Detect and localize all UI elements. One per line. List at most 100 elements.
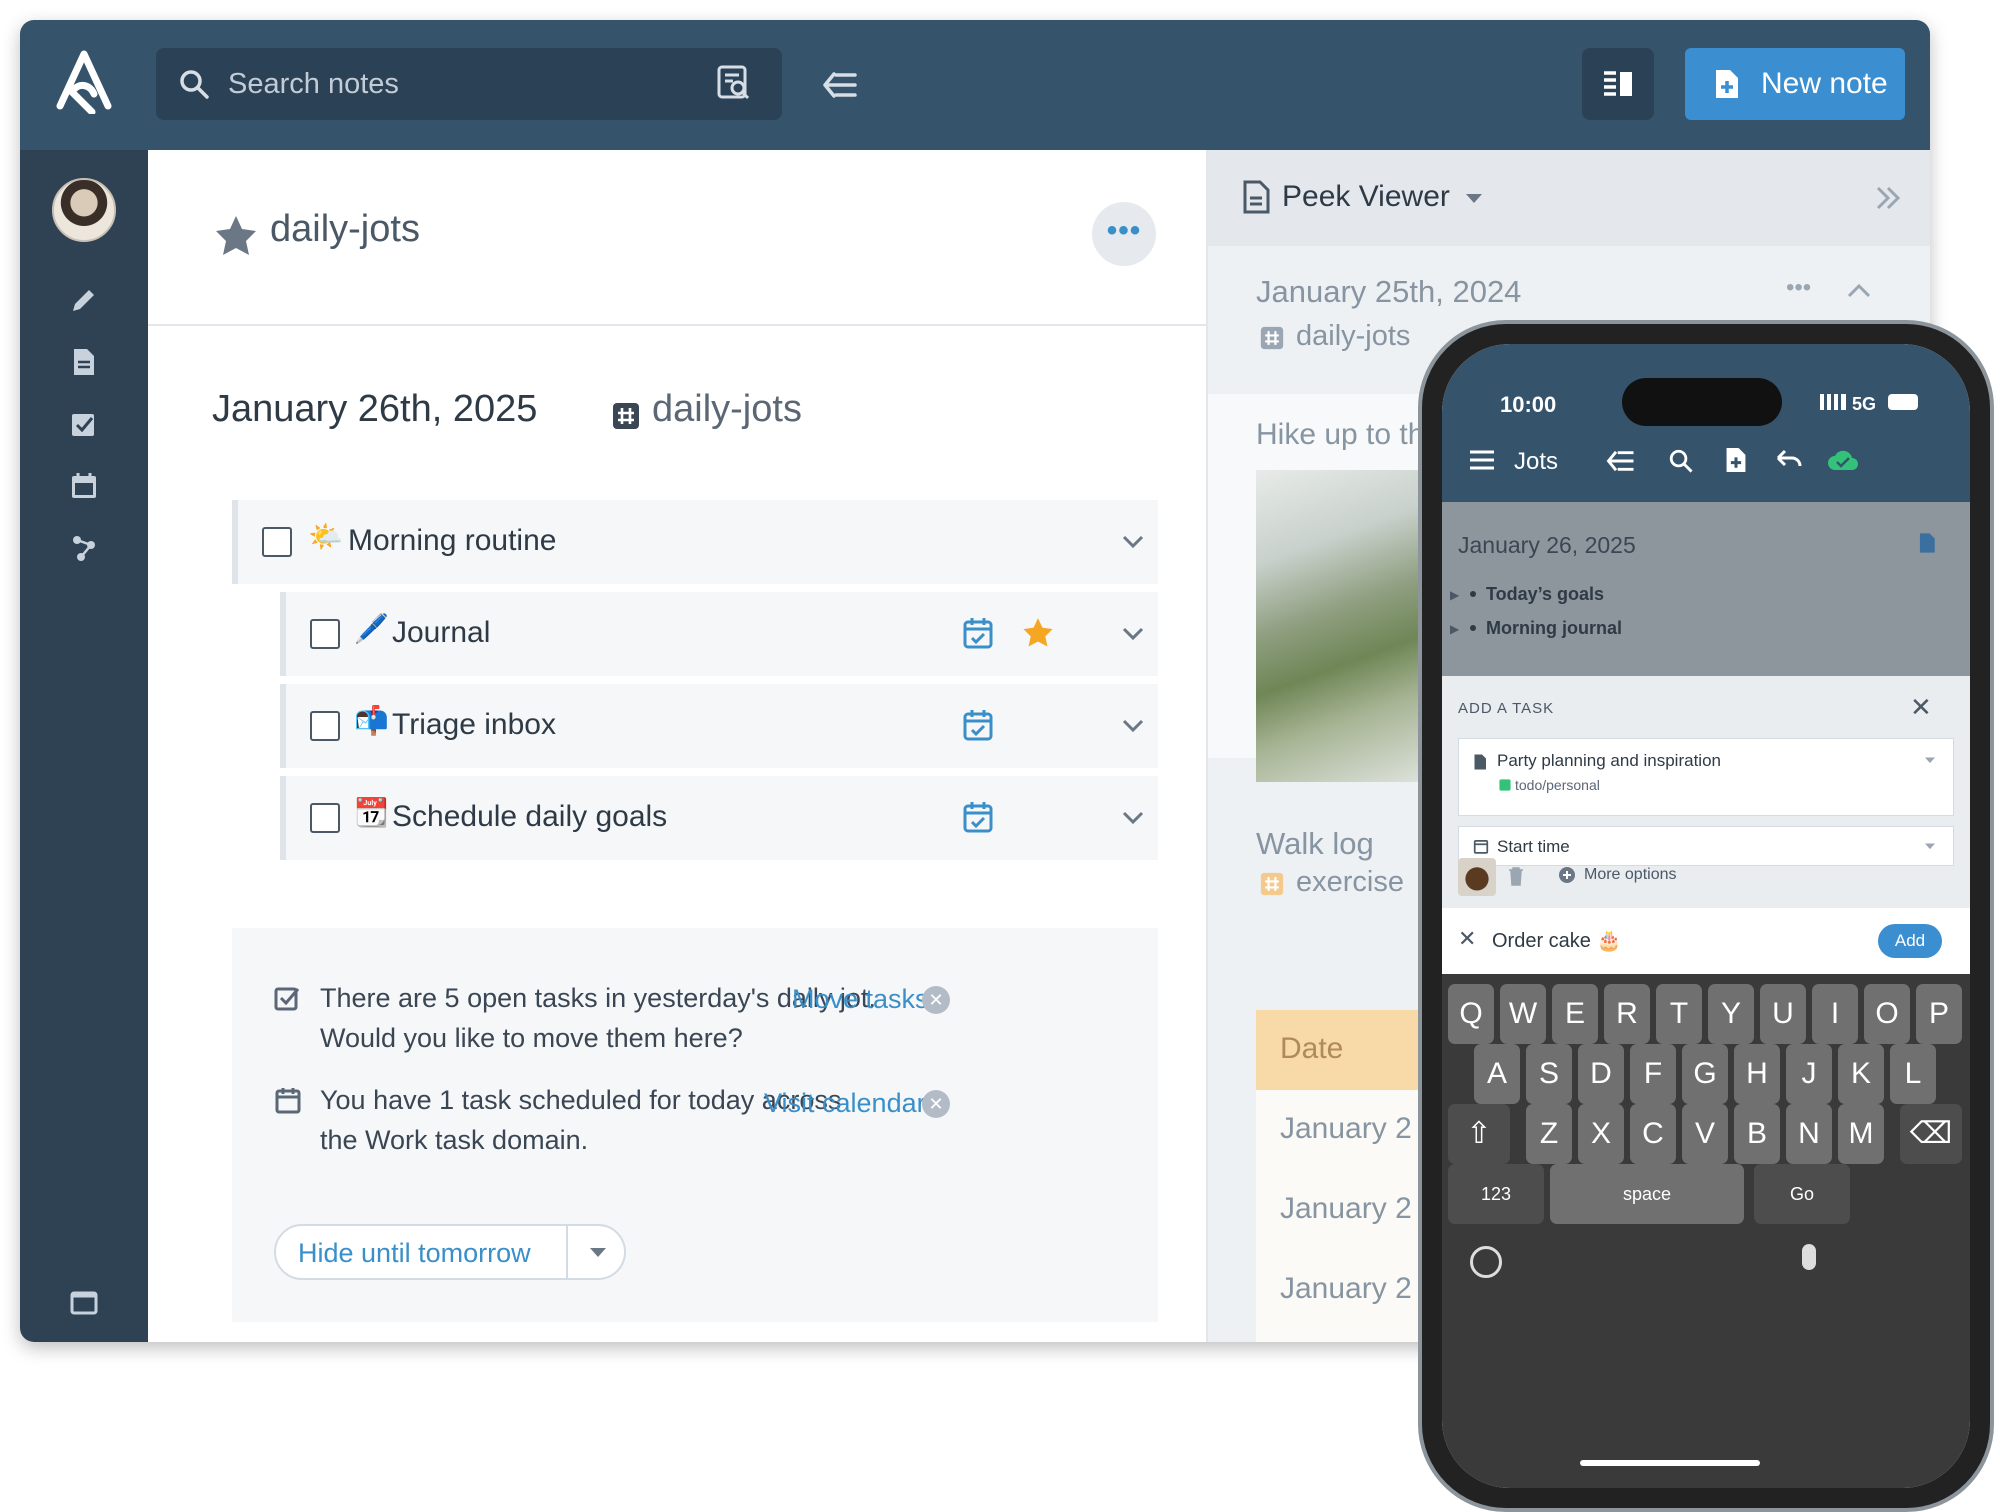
- sidebar-notes[interactable]: [64, 342, 104, 382]
- key-s[interactable]: S: [1526, 1044, 1572, 1104]
- note-menu-button[interactable]: •••: [1092, 202, 1156, 266]
- clear-icon[interactable]: ✕: [1458, 926, 1476, 952]
- app-logo[interactable]: [54, 50, 114, 116]
- task-checkbox[interactable]: [310, 619, 340, 649]
- search-input[interactable]: Search notes: [228, 68, 399, 101]
- star-icon[interactable]: [1022, 616, 1054, 648]
- emoji-icon[interactable]: [1470, 1246, 1502, 1278]
- key-b[interactable]: B: [1734, 1104, 1780, 1164]
- shift-key[interactable]: ⇧: [1448, 1104, 1510, 1164]
- calendar-check-icon[interactable]: [962, 800, 994, 834]
- key-h[interactable]: H: [1734, 1044, 1780, 1104]
- hide-until-tomorrow-button[interactable]: Hide until tomorrow: [274, 1224, 626, 1280]
- calendar-check-icon[interactable]: [962, 708, 994, 742]
- chevron-down-icon[interactable]: [1118, 803, 1148, 833]
- trash-icon[interactable]: [1508, 866, 1524, 886]
- key-z[interactable]: Z: [1526, 1104, 1572, 1164]
- go-key[interactable]: Go: [1754, 1164, 1850, 1224]
- search-bar[interactable]: Search notes: [156, 48, 782, 120]
- collapse-icon[interactable]: [1606, 448, 1636, 474]
- backspace-key[interactable]: ⌫: [1900, 1104, 1962, 1164]
- key-t[interactable]: T: [1656, 984, 1702, 1044]
- key-m[interactable]: M: [1838, 1104, 1884, 1164]
- avatar[interactable]: [52, 178, 116, 242]
- task-checkbox[interactable]: [262, 527, 292, 557]
- sidebar-tasks[interactable]: [64, 404, 104, 444]
- key-r[interactable]: R: [1604, 984, 1650, 1044]
- peek-entry-date[interactable]: January 25th, 2024: [1256, 274, 1521, 310]
- dismiss-icon[interactable]: ✕: [922, 1090, 950, 1118]
- walk-log-title[interactable]: Walk log: [1256, 826, 1374, 862]
- key-x[interactable]: X: [1578, 1104, 1624, 1164]
- visit-calendar-link[interactable]: Visit calendar: [764, 1088, 926, 1119]
- layout-toggle-button[interactable]: [1582, 48, 1654, 120]
- caret-down-icon[interactable]: [588, 1244, 608, 1260]
- task-schedule-daily-goals[interactable]: 📆 Schedule daily goals: [280, 776, 1158, 860]
- task-label[interactable]: Morning routine: [348, 524, 556, 558]
- cake-thumbnail[interactable]: [1458, 858, 1496, 896]
- plus-circle-icon[interactable]: [1558, 866, 1576, 884]
- new-note-icon[interactable]: [1724, 446, 1748, 474]
- key-d[interactable]: D: [1578, 1044, 1624, 1104]
- key-n[interactable]: N: [1786, 1104, 1832, 1164]
- space-key[interactable]: space: [1550, 1164, 1744, 1224]
- chevron-down-icon[interactable]: [1118, 527, 1148, 557]
- undo-icon[interactable]: [1774, 448, 1804, 472]
- close-icon[interactable]: ✕: [1910, 692, 1932, 723]
- calendar-check-icon[interactable]: [962, 616, 994, 650]
- key-w[interactable]: W: [1500, 984, 1546, 1044]
- key-g[interactable]: G: [1682, 1044, 1728, 1104]
- menu-icon[interactable]: [1468, 448, 1496, 472]
- microphone-icon[interactable]: [1802, 1244, 1816, 1270]
- key-p[interactable]: P: [1916, 984, 1962, 1044]
- key-u[interactable]: U: [1760, 984, 1806, 1044]
- sidebar-window[interactable]: [64, 1282, 104, 1322]
- key-a[interactable]: A: [1474, 1044, 1520, 1104]
- task-label[interactable]: Schedule daily goals: [392, 800, 667, 834]
- move-tasks-link[interactable]: Move tasks: [792, 984, 929, 1015]
- double-chevron-right-icon[interactable]: [1874, 184, 1902, 212]
- key-j[interactable]: J: [1786, 1044, 1832, 1104]
- note-title[interactable]: daily-jots: [270, 208, 420, 251]
- task-morning-routine[interactable]: 🌤️ Morning routine: [232, 500, 1158, 584]
- key-i[interactable]: I: [1812, 984, 1858, 1044]
- key-l[interactable]: L: [1890, 1044, 1936, 1104]
- task-checkbox[interactable]: [310, 711, 340, 741]
- key-e[interactable]: E: [1552, 984, 1598, 1044]
- start-time-select[interactable]: Start time: [1458, 826, 1954, 866]
- chevron-down-icon[interactable]: [1118, 619, 1148, 649]
- more-options-label[interactable]: More options: [1584, 866, 1677, 884]
- key-o[interactable]: O: [1864, 984, 1910, 1044]
- advanced-search-icon[interactable]: [716, 64, 752, 102]
- star-icon[interactable]: [214, 214, 258, 256]
- key-k[interactable]: K: [1838, 1044, 1884, 1104]
- key-v[interactable]: V: [1682, 1104, 1728, 1164]
- key-q[interactable]: Q: [1448, 984, 1494, 1044]
- peek-title[interactable]: Peek Viewer: [1282, 180, 1450, 214]
- task-journal[interactable]: 🖊️ Journal: [280, 592, 1158, 676]
- peek-entry-tag[interactable]: daily-jots: [1296, 320, 1410, 353]
- chevron-up-icon[interactable]: [1844, 278, 1874, 302]
- entry-more-icon[interactable]: •••: [1786, 274, 1811, 302]
- task-label[interactable]: Triage inbox: [392, 708, 556, 742]
- walk-log-tag[interactable]: exercise: [1296, 866, 1404, 899]
- sidebar-edit[interactable]: [64, 280, 104, 320]
- new-note-button[interactable]: New note: [1685, 48, 1905, 120]
- sidebar-graph[interactable]: [64, 528, 104, 568]
- key-f[interactable]: F: [1630, 1044, 1676, 1104]
- search-icon[interactable]: [1668, 448, 1694, 474]
- task-label[interactable]: Journal: [392, 616, 490, 650]
- chevron-down-icon[interactable]: [1118, 711, 1148, 741]
- task-input[interactable]: Order cake 🎂: [1492, 928, 1621, 953]
- note-select[interactable]: Party planning and inspiration todo/pers…: [1458, 738, 1954, 816]
- add-task-button[interactable]: Add: [1878, 924, 1942, 958]
- caret-down-icon[interactable]: [1464, 190, 1484, 206]
- dismiss-icon[interactable]: ✕: [922, 986, 950, 1014]
- collapse-sidebar-icon[interactable]: [822, 70, 858, 100]
- task-checkbox[interactable]: [310, 803, 340, 833]
- task-triage-inbox[interactable]: 📬 Triage inbox: [280, 684, 1158, 768]
- numbers-key[interactable]: 123: [1448, 1164, 1544, 1224]
- sidebar-calendar[interactable]: [64, 466, 104, 506]
- key-c[interactable]: C: [1630, 1104, 1676, 1164]
- note-tag[interactable]: daily-jots: [652, 388, 802, 431]
